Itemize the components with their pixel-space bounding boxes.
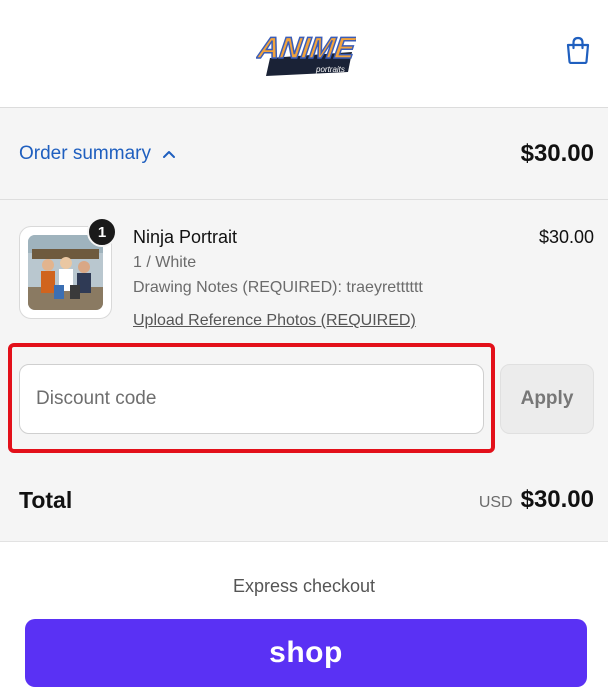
line-item: 1 Ninja Portrait 1 / White Drawing Notes…	[19, 217, 594, 329]
discount-code-input[interactable]	[19, 364, 484, 434]
store-header: ANIME portraits	[0, 0, 608, 108]
total-amount: $30.00	[520, 486, 594, 513]
item-drawing-notes: Drawing Notes (REQUIRED): traeyretttttt	[133, 279, 423, 296]
store-logo[interactable]: ANIME portraits	[254, 22, 359, 78]
summary-total-price: $30.00	[520, 139, 594, 167]
item-variant: 1 / White	[133, 254, 197, 271]
item-details: Ninja Portrait 1 / White Drawing Notes (…	[133, 226, 423, 331]
order-summary-panel: Order summary $30.00 1 Ninja Portrait 1 …	[0, 108, 608, 542]
quantity-badge: 1	[87, 217, 117, 247]
upload-reference-photos-link[interactable]: Upload Reference Photos (REQUIRED)	[133, 311, 416, 331]
cart-button[interactable]	[561, 33, 595, 67]
total-row: Total USD $30.00	[19, 480, 594, 520]
express-checkout-label: Express checkout	[232, 576, 376, 596]
item-price: $30.00	[538, 227, 594, 247]
svg-text:ANIME: ANIME	[256, 32, 356, 65]
item-name: Ninja Portrait	[133, 227, 238, 247]
shop-pay-label: shop	[269, 636, 343, 669]
discount-row: Apply	[19, 364, 594, 434]
ninja-portrait-image	[28, 235, 103, 310]
order-summary-toggle[interactable]: Order summary $30.00	[0, 108, 608, 200]
total-label: Total	[19, 486, 73, 513]
chevron-up-icon	[162, 149, 176, 159]
currency-code: USD	[478, 494, 513, 511]
order-summary-label: Order summary	[19, 142, 151, 164]
svg-text:portraits: portraits	[315, 65, 345, 74]
shop-pay-button[interactable]: shop	[25, 619, 587, 687]
shopping-bag-icon	[566, 36, 590, 64]
apply-discount-button[interactable]: Apply	[500, 364, 594, 434]
